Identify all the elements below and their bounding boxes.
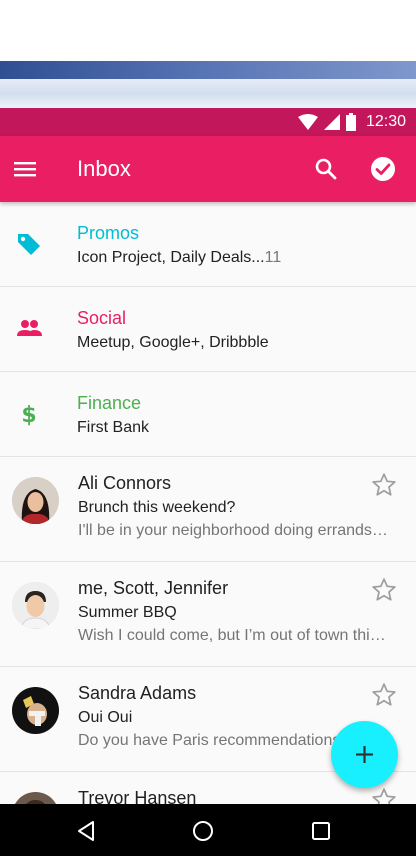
message-row[interactable]: Ali Connors Brunch this weekend? I'll be… [0, 457, 416, 562]
category-row-promos[interactable]: Promos Icon Project, Daily Deals...11 [0, 202, 416, 287]
check-circle-icon[interactable] [369, 155, 397, 183]
star-icon[interactable] [371, 787, 397, 804]
category-title: Social [77, 308, 127, 328]
category-count: 11 [264, 249, 282, 266]
message-preview: I'll be in your neighborhood doing erran… [78, 522, 392, 539]
category-title: Finance [77, 393, 142, 413]
category-subtitle: Meetup, Google+, Dribbble [77, 334, 269, 351]
home-icon[interactable] [192, 820, 214, 842]
star-icon[interactable] [371, 472, 397, 498]
tag-icon [18, 234, 40, 255]
star-icon[interactable] [371, 577, 397, 603]
signal-icon [323, 114, 340, 130]
message-subject: Summer BBQ [78, 604, 177, 621]
category-subtitle-text: Icon Project, Daily Deals... [77, 249, 265, 266]
status-icons: 12:30 [297, 112, 406, 132]
back-icon[interactable] [76, 820, 98, 842]
recent-apps-icon[interactable] [310, 820, 332, 842]
navigation-bar [0, 804, 416, 856]
star-icon[interactable] [371, 682, 397, 708]
plus-icon [356, 746, 373, 763]
app-bar: Inbox [0, 136, 416, 202]
top-blank-area [0, 0, 416, 61]
dollar-icon: $ [21, 403, 36, 426]
inbox-list: Promos Icon Project, Daily Deals...11 So… [0, 202, 416, 804]
message-subject: Oui Oui [78, 709, 133, 726]
message-sender: Sandra Adams [78, 683, 197, 703]
status-bar: 12:30 [0, 108, 416, 136]
people-icon [17, 320, 42, 336]
category-title: Promos [77, 223, 140, 243]
avatar [12, 477, 59, 524]
category-subtitle: First Bank [77, 419, 150, 436]
browser-title-bar [0, 61, 416, 79]
wifi-icon [297, 114, 318, 130]
message-preview: Wish I could come, but I’m out of town t… [78, 627, 392, 644]
avatar [12, 687, 59, 734]
search-icon[interactable] [313, 156, 339, 182]
compose-fab-button[interactable] [331, 721, 398, 788]
svg-text:$: $ [21, 403, 36, 426]
browser-toolbar-strip [0, 79, 416, 109]
message-sender: Ali Connors [78, 473, 172, 493]
status-time: 12:30 [365, 113, 406, 130]
menu-icon[interactable] [13, 157, 37, 181]
category-row-finance[interactable]: $ Finance First Bank [0, 372, 416, 457]
message-sender: Trevor Hansen [78, 788, 197, 804]
message-row[interactable]: me, Scott, Jennifer Summer BBQ Wish I co… [0, 562, 416, 667]
page-title: Inbox [77, 156, 131, 181]
avatar [12, 792, 59, 804]
avatar [12, 582, 59, 629]
category-row-social[interactable]: Social Meetup, Google+, Dribbble [0, 287, 416, 372]
battery-icon [345, 113, 356, 131]
message-sender: me, Scott, Jennifer [78, 578, 229, 598]
message-subject: Brunch this weekend? [78, 499, 236, 516]
category-subtitle: Icon Project, Daily Deals...11 [77, 248, 281, 268]
